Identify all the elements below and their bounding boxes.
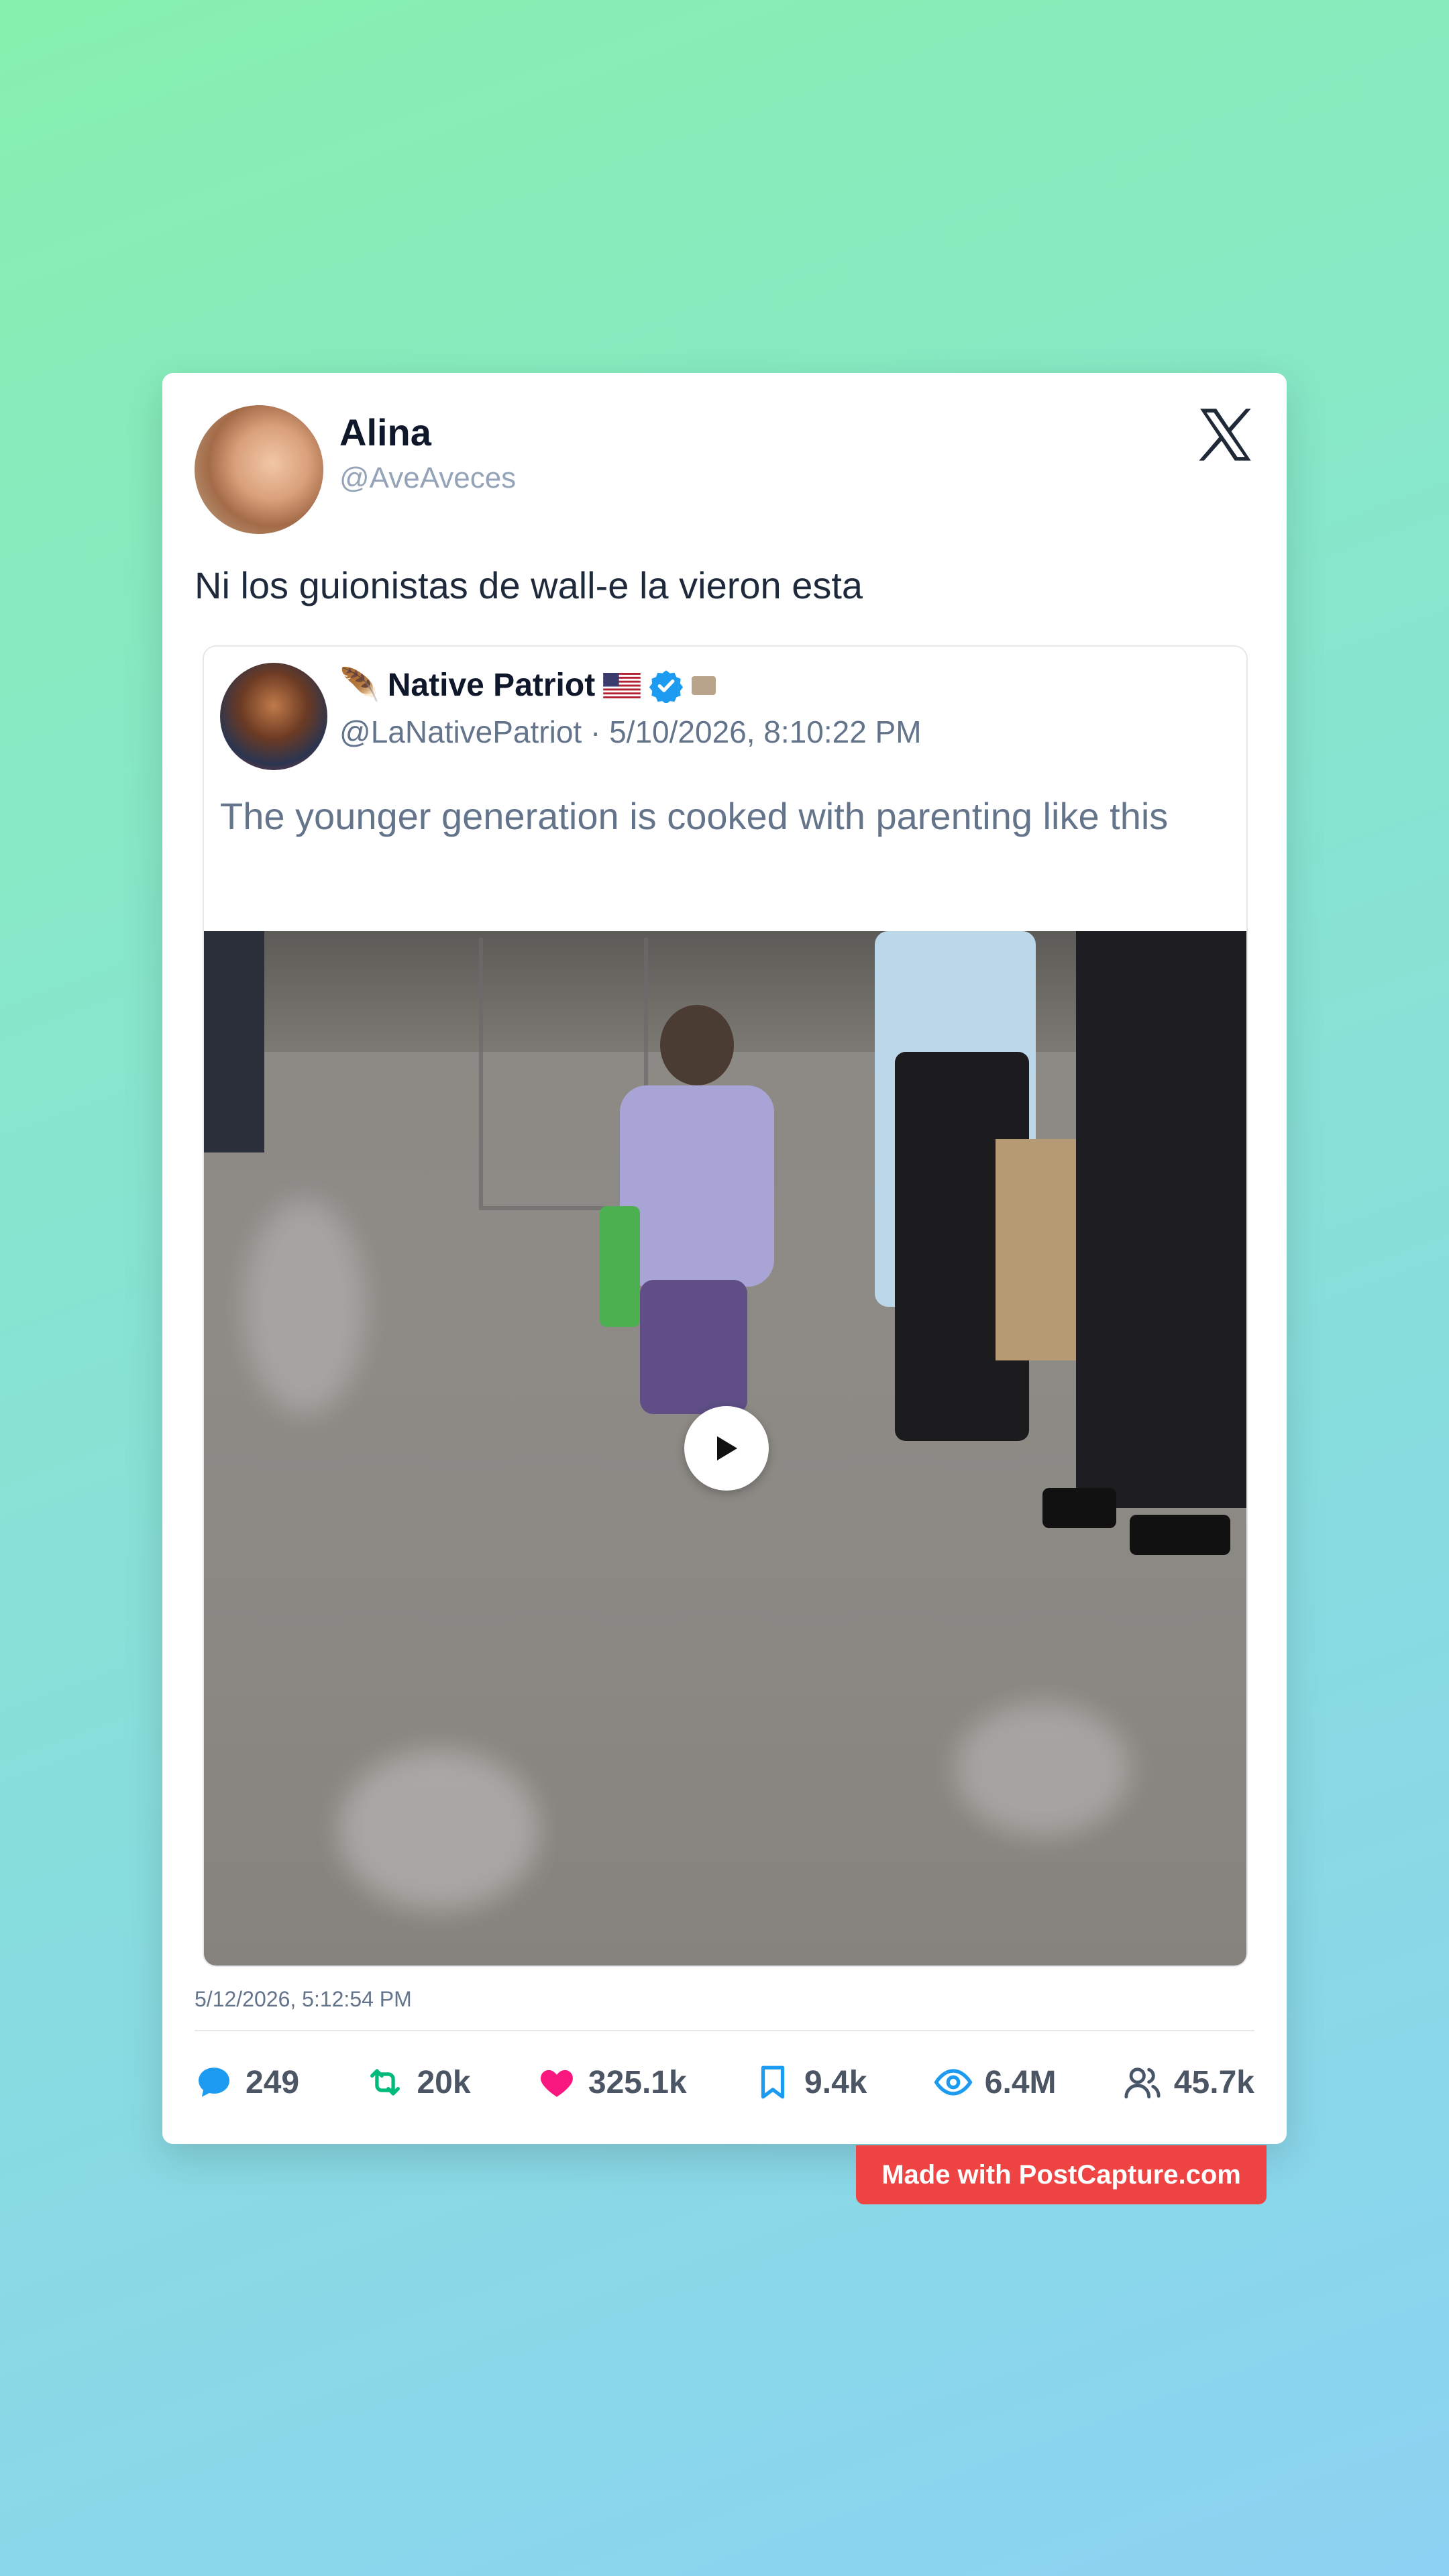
feather-icon: 🪶 — [339, 667, 380, 703]
verified-badge-icon — [649, 669, 684, 703]
quoted-tweet[interactable]: 🪶 Native Patriot @LaNativePatriot · 5/10… — [203, 645, 1248, 1967]
floor-reflection — [955, 1703, 1130, 1837]
person-left — [204, 931, 264, 1152]
reply-count: 249 — [246, 2064, 300, 2100]
author-avatar[interactable] — [195, 405, 323, 534]
child-legs — [640, 1280, 747, 1414]
divider — [195, 2030, 1254, 2031]
stats-bar: 249 20k 325.1k 9.4k 6.4M 45.7k — [195, 2055, 1254, 2109]
quoted-meta: @LaNativePatriot · 5/10/2026, 8:10:22 PM — [339, 714, 922, 750]
quoted-text: The younger generation is cooked with pa… — [220, 795, 1169, 837]
views-count: 6.4M — [984, 2064, 1057, 2100]
author-name[interactable]: Alina — [339, 411, 431, 454]
small-badge-icon — [692, 676, 716, 695]
views-stat[interactable]: 6.4M — [934, 2063, 1057, 2102]
bookmark-count: 9.4k — [804, 2064, 867, 2100]
x-logo-icon — [1199, 409, 1251, 461]
person-right — [1076, 931, 1246, 1508]
play-button[interactable] — [684, 1406, 769, 1491]
tweet-text: Ni los guionistas de wall-e la vieron es… — [195, 564, 863, 606]
like-count: 325.1k — [588, 2064, 687, 2100]
followers-stat[interactable]: 45.7k — [1123, 2063, 1254, 2102]
child-jacket — [620, 1085, 774, 1287]
like-stat[interactable]: 325.1k — [537, 2063, 687, 2102]
retweet-icon — [370, 2069, 400, 2096]
tweet-timestamp: 5/12/2026, 5:12:54 PM — [195, 1987, 412, 2011]
chip-bag — [600, 1206, 640, 1327]
eye-icon — [934, 2069, 973, 2096]
quoted-author-handle[interactable]: @LaNativePatriot — [339, 714, 582, 749]
us-flag-icon — [603, 672, 641, 698]
heart-icon — [540, 2070, 573, 2097]
retweet-stat[interactable]: 20k — [366, 2063, 471, 2102]
bookmark-stat[interactable]: 9.4k — [753, 2063, 867, 2102]
followers-count: 45.7k — [1173, 2064, 1254, 2100]
quoted-name-row: 🪶 Native Patriot — [339, 667, 716, 704]
quoted-author-avatar[interactable] — [220, 663, 327, 770]
author-handle[interactable]: @AveAveces — [339, 462, 516, 495]
retweet-count: 20k — [417, 2064, 471, 2100]
meta-separator: · — [590, 714, 601, 749]
shoe-right — [1130, 1515, 1230, 1555]
shoe-right — [1042, 1488, 1116, 1528]
quoted-author-name[interactable]: Native Patriot — [388, 667, 595, 704]
child-head — [660, 1005, 734, 1085]
reply-stat[interactable]: 249 — [195, 2063, 299, 2102]
floor-reflection — [244, 1199, 365, 1414]
quoted-datetime: 5/10/2026, 8:10:22 PM — [609, 714, 922, 749]
play-icon — [717, 1436, 737, 1460]
bookmark-icon — [761, 2065, 785, 2099]
video-player[interactable] — [204, 931, 1246, 1966]
tweet-card: Alina @AveAveces Ni los guionistas de wa… — [162, 373, 1287, 2144]
users-icon — [1124, 2068, 1161, 2099]
floor-reflection — [338, 1750, 539, 1911]
reply-icon — [199, 2068, 229, 2097]
postcapture-watermark[interactable]: Made with PostCapture.com — [856, 2145, 1267, 2204]
